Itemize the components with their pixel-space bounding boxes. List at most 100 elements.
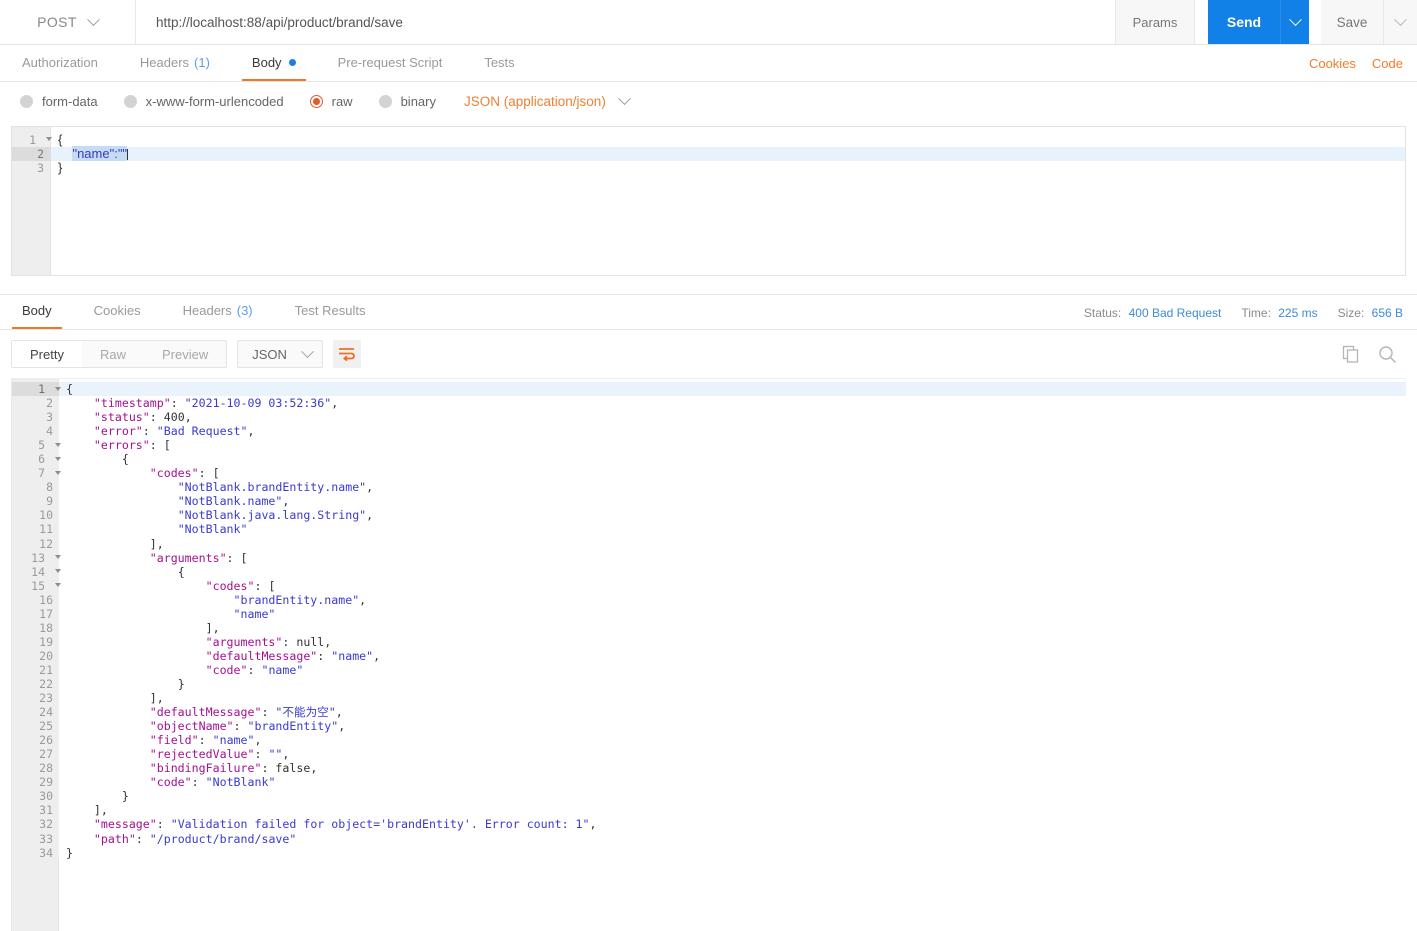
fold-triangle-icon[interactable] (55, 569, 61, 574)
request-code-line[interactable]: 1{ (12, 133, 1405, 148)
fold-triangle-icon[interactable] (55, 470, 61, 475)
line-number: 7 (12, 466, 61, 481)
response-status-bar: Status: 400 Bad Request Time: 225 ms Siz… (1064, 295, 1403, 330)
body-type-form-data[interactable]: form-data (20, 94, 98, 109)
response-tab-body[interactable]: Body (12, 293, 62, 329)
tab-authorization[interactable]: Authorization (12, 45, 108, 81)
response-code-line[interactable]: 20 "defaultMessage": "name", (12, 648, 1406, 663)
response-code-line[interactable]: 16 "brandEntity.name", (12, 592, 1406, 607)
response-code-line[interactable]: 18 ], (12, 620, 1406, 635)
response-code-line[interactable]: 5 "errors": [ (12, 438, 1406, 453)
response-code-line[interactable]: 14 { (12, 564, 1406, 579)
request-code-text: } (58, 160, 63, 175)
request-body-editor[interactable]: 1{2 "name":"" 3} (11, 126, 1406, 276)
response-code-line[interactable]: 2 "timestamp": "2021-10-09 03:52:36", (12, 396, 1406, 411)
json-token: , (282, 747, 290, 762)
search-button[interactable] (1378, 345, 1397, 364)
view-pretty-button[interactable]: Pretty (12, 341, 82, 367)
line-number: 9 (12, 494, 59, 509)
response-code-text: { (59, 382, 1406, 397)
response-code-line[interactable]: 4 "error": "Bad Request", (12, 424, 1406, 439)
send-button[interactable]: Send (1208, 0, 1280, 44)
request-code-line[interactable]: 2 "name":"" (12, 146, 1405, 161)
response-code-line[interactable]: 9 "NotBlank.name", (12, 494, 1406, 509)
code-link[interactable]: Code (1372, 56, 1403, 71)
response-code-line[interactable]: 24 "defaultMessage": "不能为空", (12, 705, 1406, 720)
response-code-line[interactable]: 1{ (12, 382, 1406, 397)
save-button-group: Save (1321, 0, 1417, 44)
json-token: : (149, 410, 164, 425)
body-type-row: form-data x-www-form-urlencoded raw bina… (0, 82, 1417, 120)
response-code-line[interactable]: 28 "bindingFailure": false, (12, 761, 1406, 776)
line-number: 28 (12, 761, 59, 776)
url-text: http://localhost:88/api/product/brand/sa… (156, 14, 403, 30)
line-number: 31 (12, 803, 59, 818)
response-code-line[interactable]: 22 } (12, 676, 1406, 692)
json-token: ], (205, 620, 220, 635)
response-code-line[interactable]: 31 ], (12, 803, 1406, 818)
response-code-line[interactable]: 19 "arguments": null, (12, 634, 1406, 649)
save-options-button[interactable] (1383, 0, 1417, 44)
cookies-link[interactable]: Cookies (1309, 56, 1356, 71)
json-string: "Bad Request" (156, 424, 248, 439)
response-code-line[interactable]: 15 "codes": [ (12, 578, 1406, 593)
json-string: "/product/brand/save" (149, 831, 297, 846)
tab-label: Test Results (294, 302, 366, 318)
word-wrap-button[interactable] (332, 340, 361, 368)
body-type-binary[interactable]: binary (378, 94, 436, 109)
fold-triangle-icon[interactable] (55, 555, 61, 560)
response-code-line[interactable]: 26 "field": "name", (12, 733, 1406, 748)
response-code-line[interactable]: 30 } (12, 789, 1406, 804)
response-body-viewer[interactable]: 1{2 "timestamp": "2021-10-09 03:52:36", 3… (11, 378, 1406, 931)
view-preview-button[interactable]: Preview (144, 341, 226, 367)
fold-triangle-icon[interactable] (55, 386, 61, 391)
response-code-line[interactable]: 29 "code": "NotBlank" (12, 775, 1406, 790)
body-type-raw[interactable]: raw (309, 94, 353, 109)
response-code-text: "status": 400, (59, 410, 1406, 424)
response-code-line[interactable]: 7 "codes": [ (12, 466, 1406, 481)
params-button[interactable]: Params (1116, 0, 1195, 44)
response-code-line[interactable]: 33 "path": "/product/brand/save" (12, 831, 1406, 846)
http-method-select[interactable]: POST (0, 0, 136, 44)
body-format-select[interactable]: JSON (application/json) (464, 91, 631, 109)
tab-pre-request-script[interactable]: Pre-request Script (328, 45, 453, 81)
response-code-line[interactable]: 10 "NotBlank.java.lang.String", (12, 508, 1406, 523)
fold-triangle-icon[interactable] (55, 456, 61, 461)
response-code-line[interactable]: 32 "message": "Validation failed for obj… (12, 817, 1406, 832)
fold-triangle-icon[interactable] (55, 442, 61, 447)
response-code-line[interactable]: 11 "NotBlank" (12, 522, 1406, 537)
body-type-urlencoded[interactable]: x-www-form-urlencoded (123, 94, 284, 109)
view-raw-button[interactable]: Raw (82, 341, 144, 367)
response-format-select[interactable]: JSON (237, 340, 323, 368)
response-code-line[interactable]: 12 ], (12, 536, 1406, 551)
tab-tests[interactable]: Tests (474, 45, 524, 81)
json-token: { (66, 382, 73, 396)
copy-button[interactable] (1342, 345, 1360, 363)
response-code-line[interactable]: 23 ], (12, 691, 1406, 706)
url-input[interactable]: http://localhost:88/api/product/brand/sa… (136, 0, 1116, 44)
response-code-line[interactable]: 8 "NotBlank.brandEntity.name", (12, 480, 1406, 495)
fold-triangle-icon[interactable] (55, 583, 61, 588)
response-tab-test-results[interactable]: Test Results (285, 293, 376, 329)
response-code-line[interactable]: 13 "arguments": [ (12, 550, 1406, 565)
save-button[interactable]: Save (1321, 0, 1383, 44)
response-tab-headers[interactable]: Headers (3) (173, 293, 263, 329)
tab-headers[interactable]: Headers (1) (130, 45, 220, 81)
json-key: "objectName" (149, 719, 234, 734)
fold-triangle-icon[interactable] (46, 137, 52, 141)
body-modified-dot-icon (288, 58, 296, 66)
send-options-button[interactable] (1280, 0, 1309, 44)
response-tab-cookies[interactable]: Cookies (84, 293, 151, 329)
response-code-line[interactable]: 17 "name" (12, 606, 1406, 621)
tab-body[interactable]: Body (241, 45, 306, 81)
response-tab-bar: Body Cookies Headers (3) Test Results St… (0, 294, 1417, 330)
json-token: , (310, 761, 318, 776)
request-code-line[interactable]: 3} (12, 160, 1405, 176)
response-code-line[interactable]: 21 "code": "name" (12, 662, 1406, 677)
response-code-line[interactable]: 3 "status": 400, (12, 410, 1406, 425)
response-code-line[interactable]: 34} (12, 845, 1406, 860)
response-code-line[interactable]: 25 "objectName": "brandEntity", (12, 719, 1406, 734)
json-token: , (331, 396, 339, 411)
response-code-line[interactable]: 6 { (12, 452, 1406, 467)
response-code-line[interactable]: 27 "rejectedValue": "", (12, 747, 1406, 762)
